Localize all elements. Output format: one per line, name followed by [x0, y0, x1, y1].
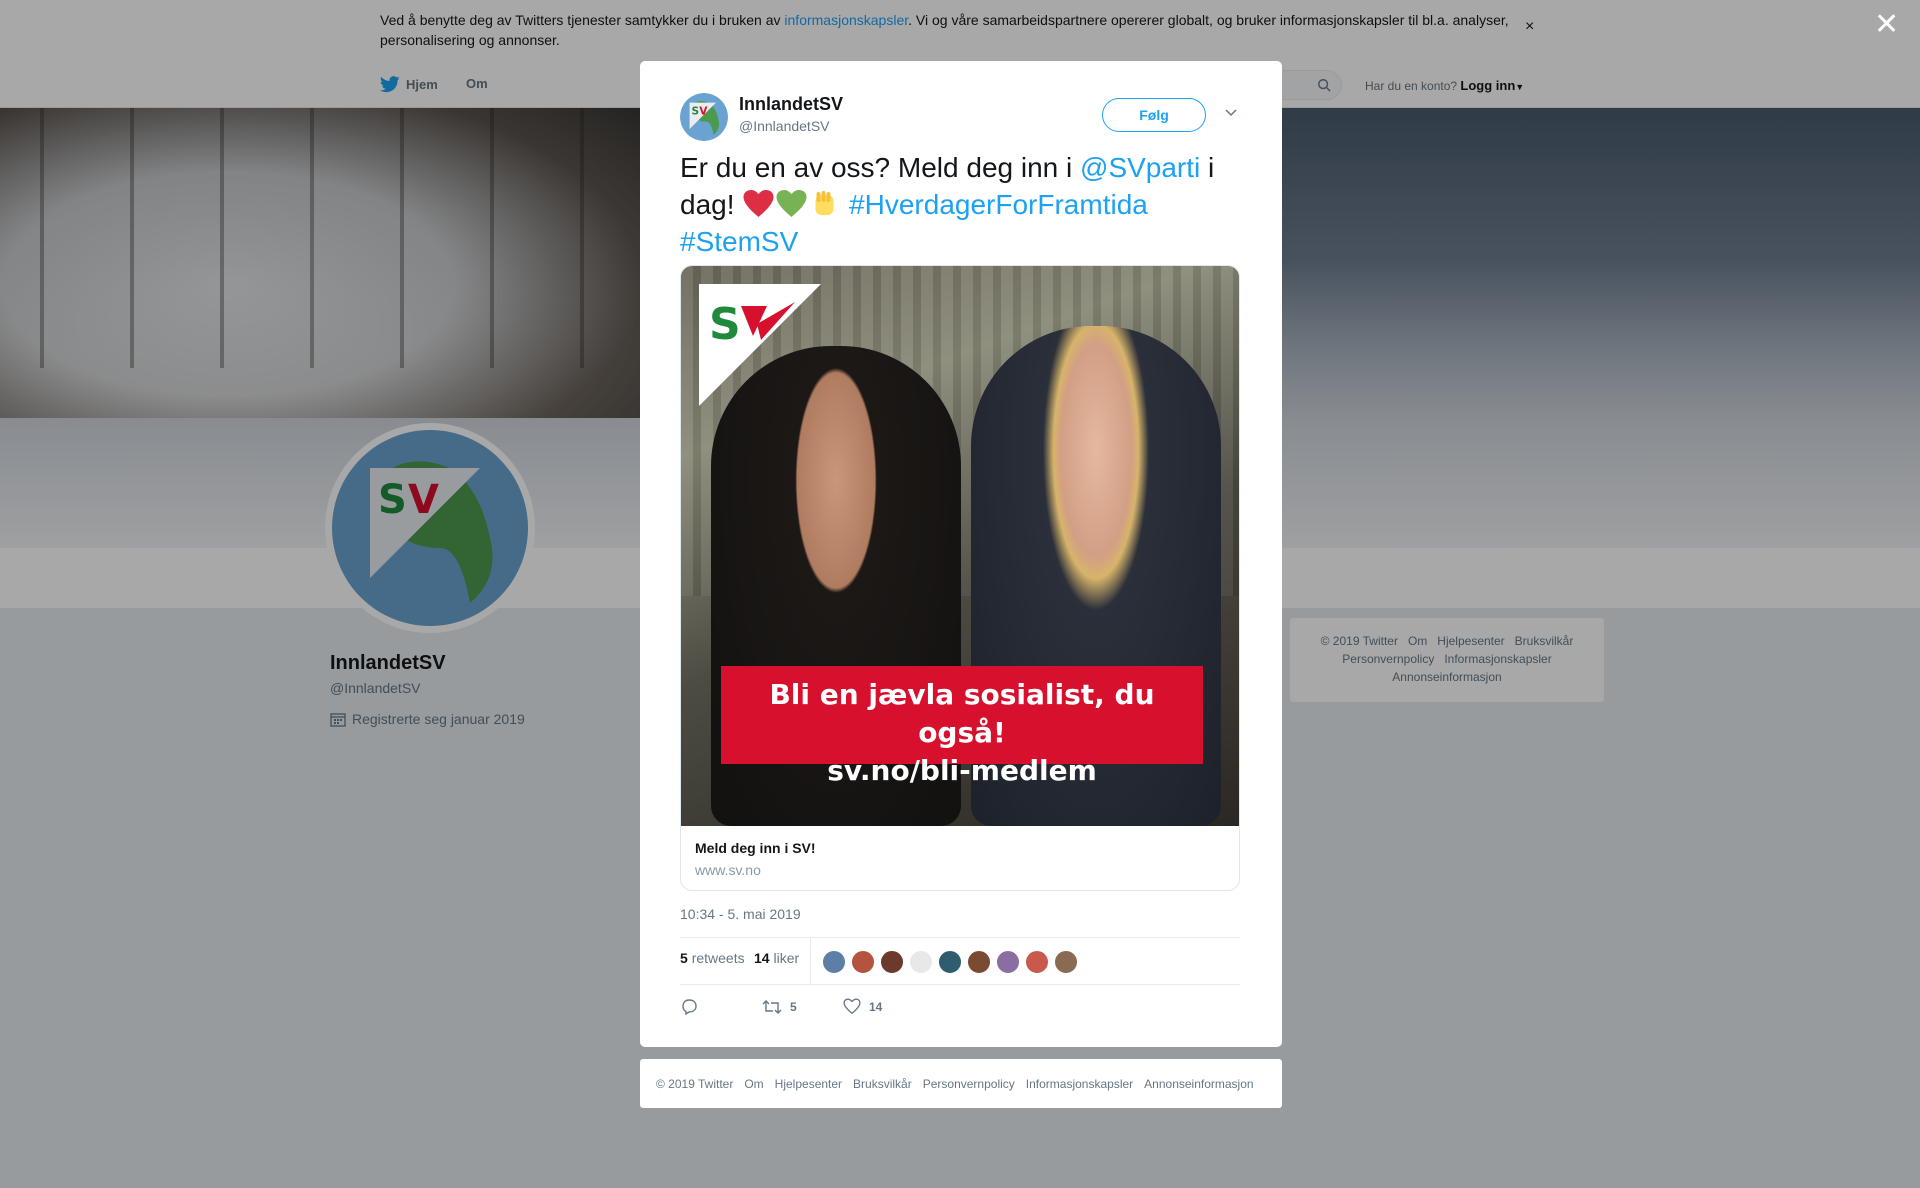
liker-avatar[interactable]: [880, 950, 904, 974]
mention-link[interactable]: @SVparti: [1080, 152, 1200, 183]
footer-about[interactable]: Om: [744, 1077, 763, 1091]
innlandet-sv-logo: S V: [680, 93, 728, 141]
card-image: S Bli en jævla sosialist, du også! sv.no…: [681, 266, 1239, 826]
tweet-timestamp[interactable]: 10:34 - 5. mai 2019: [680, 906, 801, 922]
slogan-banner: Bli en jævla sosialist, du også! sv.no/b…: [721, 666, 1203, 787]
svg-text:V: V: [699, 106, 708, 118]
liker-avatar[interactable]: [938, 950, 962, 974]
retweet-icon: [762, 1000, 782, 1014]
liker-avatar[interactable]: [1025, 950, 1049, 974]
tweet-text: Er du en av oss? Meld deg inn i @SVparti…: [680, 152, 1215, 257]
retweet-action[interactable]: 5: [762, 998, 797, 1016]
footer-help[interactable]: Hjelpesenter: [775, 1077, 842, 1091]
slogan-line: Bli en jævla sosialist, du også!: [769, 678, 1155, 749]
footer-terms[interactable]: Bruksvilkår: [853, 1077, 912, 1091]
hashtag-link[interactable]: #HverdagerForFramtida: [849, 189, 1148, 220]
red-heart-icon: [743, 190, 774, 217]
reply-icon: [682, 999, 697, 1016]
liker-avatar[interactable]: [851, 950, 875, 974]
retweet-stat[interactable]: 5 retweets: [680, 950, 745, 966]
raised-fist-icon: [815, 191, 834, 215]
chevron-down-icon[interactable]: [1224, 105, 1238, 119]
tweet-modal: S V InnlandetSV @InnlandetSV Følg Er du …: [640, 61, 1282, 1047]
reply-action[interactable]: [680, 998, 706, 1016]
tweet-stats: 5 retweets 14 liker: [680, 937, 1240, 985]
follow-button[interactable]: Følg: [1102, 98, 1206, 132]
liker-avatar[interactable]: [909, 950, 933, 974]
svg-text:S: S: [692, 106, 700, 118]
modal-footer: © 2019 Twitter Om Hjelpesenter Bruksvilk…: [640, 1059, 1282, 1108]
slogan-url: sv.no/bli-medlem: [827, 754, 1097, 787]
liker-avatar[interactable]: [967, 950, 991, 974]
author-name[interactable]: InnlandetSV: [739, 94, 843, 115]
green-heart-icon: [776, 190, 807, 217]
author-avatar[interactable]: S V: [680, 93, 728, 141]
heart-icon: [843, 998, 861, 1015]
overlay-close-button[interactable]: ✕: [1874, 10, 1899, 40]
footer-ads-info[interactable]: Annonseinformasjon: [1144, 1077, 1253, 1091]
footer-cookies[interactable]: Informasjonskapsler: [1026, 1077, 1133, 1091]
hashtag-link[interactable]: #StemSV: [680, 226, 798, 257]
like-action[interactable]: 14: [843, 998, 882, 1015]
like-stat[interactable]: 14 liker: [754, 950, 799, 966]
sv-logo: S: [699, 284, 821, 406]
retweet-count: 5: [790, 1000, 797, 1014]
link-card[interactable]: S Bli en jævla sosialist, du også! sv.no…: [680, 265, 1240, 891]
author-handle[interactable]: @InnlandetSV: [739, 118, 830, 134]
liker-avatar[interactable]: [822, 950, 846, 974]
footer-copyright: © 2019 Twitter: [656, 1076, 734, 1091]
card-title: Meld deg inn i SV!: [695, 840, 816, 856]
card-domain: www.sv.no: [695, 862, 761, 878]
liker-avatar[interactable]: [996, 950, 1020, 974]
svg-text:S: S: [709, 299, 741, 350]
footer-privacy[interactable]: Personvernpolicy: [923, 1077, 1015, 1091]
like-count: 14: [869, 999, 883, 1014]
liker-avatar[interactable]: [1054, 950, 1078, 974]
